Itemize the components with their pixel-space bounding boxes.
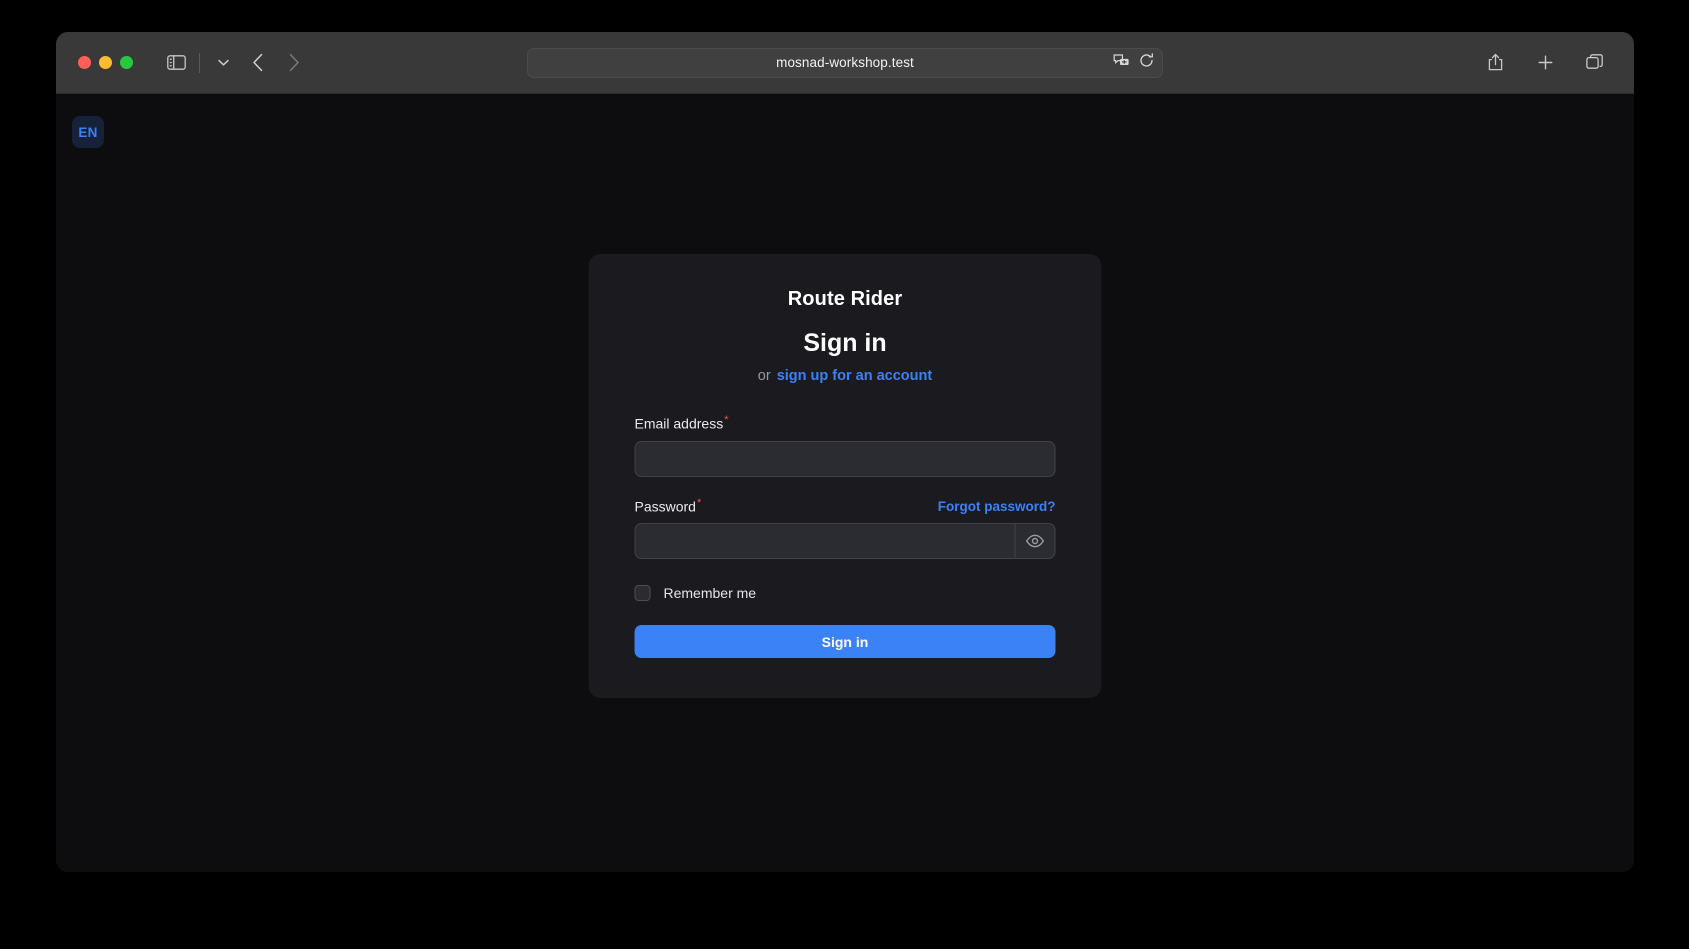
forgot-password-link[interactable]: Forgot password?	[938, 499, 1056, 514]
password-required-marker: *	[696, 496, 702, 509]
remember-me-row[interactable]: Remember me	[634, 585, 1056, 602]
password-field-block: Password* Forgot password?	[634, 497, 1056, 560]
remember-me-label: Remember me	[663, 585, 757, 602]
brand-title: Route Rider	[787, 288, 903, 310]
email-label-text: Email address	[634, 415, 724, 432]
page-viewport: EN Route Rider Sign in or sign up for an…	[56, 94, 1634, 872]
email-field-block: Email address*	[634, 414, 1056, 477]
tab-overview-icon[interactable]	[1578, 48, 1612, 78]
language-badge[interactable]: EN	[72, 116, 104, 148]
remember-me-checkbox[interactable]	[634, 585, 651, 602]
sidebar-icon[interactable]	[159, 48, 193, 78]
email-label: Email address*	[635, 414, 729, 432]
password-label-row: Password* Forgot password?	[635, 497, 1056, 515]
password-label: Password*	[635, 497, 702, 515]
signup-prompt-prefix: or	[757, 368, 771, 384]
email-label-row: Email address*	[635, 414, 1056, 432]
signup-prompt: or sign up for an account	[635, 368, 1056, 384]
browser-window: mosnad-workshop.test EN Route Rider Sign…	[56, 32, 1634, 872]
reload-icon[interactable]	[1139, 52, 1154, 73]
plus-icon[interactable]	[1528, 48, 1562, 78]
language-badge-label: EN	[78, 124, 98, 140]
toolbar-right-actions	[1478, 48, 1612, 78]
navigation-controls	[159, 48, 312, 78]
page-title: Sign in	[803, 329, 887, 357]
eye-icon[interactable]	[1014, 524, 1055, 559]
minimize-window-button[interactable]	[99, 56, 112, 69]
password-input[interactable]	[635, 524, 1015, 559]
email-input[interactable]	[634, 440, 1056, 477]
address-bar[interactable]: mosnad-workshop.test	[527, 47, 1163, 78]
maximize-window-button[interactable]	[120, 56, 133, 69]
address-bar-actions	[1113, 49, 1154, 77]
translate-icon[interactable]	[1113, 53, 1130, 73]
url-text: mosnad-workshop.test	[776, 55, 914, 70]
back-arrow-icon[interactable]	[240, 48, 276, 78]
toolbar-divider	[199, 52, 200, 73]
password-input-wrapper	[634, 523, 1056, 560]
signin-submit-button[interactable]: Sign in	[634, 625, 1056, 659]
signin-card: Route Rider Sign in or sign up for an ac…	[588, 254, 1102, 699]
password-label-text: Password	[634, 498, 696, 515]
signup-link[interactable]: sign up for an account	[777, 368, 932, 384]
browser-toolbar: mosnad-workshop.test	[56, 32, 1634, 94]
window-controls	[78, 56, 133, 69]
forward-arrow-icon[interactable]	[276, 48, 312, 78]
chevron-down-icon[interactable]	[206, 48, 240, 78]
email-required-marker: *	[724, 414, 729, 426]
close-window-button[interactable]	[78, 56, 91, 69]
share-icon[interactable]	[1478, 48, 1512, 78]
